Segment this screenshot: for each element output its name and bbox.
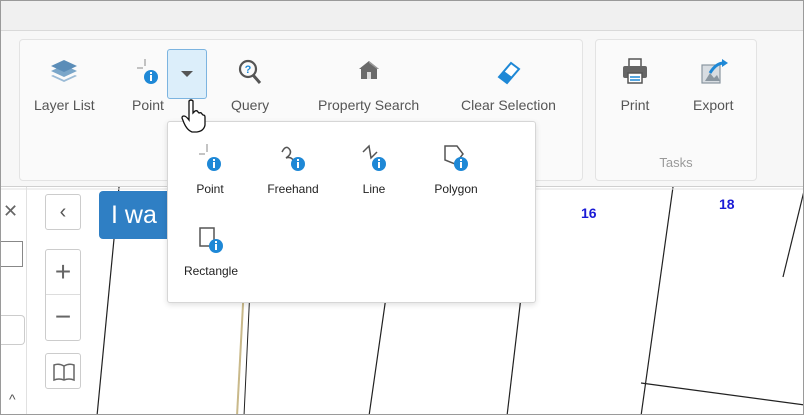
close-icon[interactable]: ✕	[3, 201, 18, 222]
property-search-label: Property Search	[318, 97, 420, 113]
query-button[interactable]: ? Query	[231, 57, 269, 113]
eraser-icon	[498, 61, 521, 85]
dropdown-option-label: Point	[196, 182, 224, 196]
hand-cursor-icon	[181, 99, 206, 133]
point-tool-label: Point	[132, 97, 164, 113]
layer-list-label: Layer List	[34, 97, 95, 113]
print-button[interactable]: Print	[618, 57, 652, 113]
svg-text:?: ?	[245, 64, 252, 76]
export-button[interactable]: Export	[693, 57, 733, 113]
book-icon	[53, 363, 75, 382]
query-magnifier-icon: ?	[238, 59, 262, 84]
dropdown-option-line[interactable]: Line	[352, 142, 396, 196]
side-checkbox[interactable]	[1, 241, 23, 267]
clear-selection-button[interactable]: Clear Selection	[461, 57, 556, 113]
house-icon	[358, 61, 379, 79]
layers-icon	[51, 60, 78, 82]
zoom-in-button[interactable]: +	[46, 250, 80, 295]
print-label: Print	[620, 97, 650, 113]
point-info-icon	[199, 144, 221, 171]
dropdown-option-rectangle[interactable]: Rectangle	[178, 224, 244, 278]
dropdown-option-label: Polygon	[434, 182, 478, 196]
export-label: Export	[693, 97, 734, 113]
chevron-left-icon: ‹	[59, 201, 67, 223]
app-window: Tasks Layer List Point ? Query Property …	[0, 0, 804, 415]
side-panel-control[interactable]	[1, 315, 25, 345]
chevron-down-icon	[181, 71, 193, 77]
collapse-panel-button[interactable]: ‹	[45, 194, 81, 230]
freehand-info-icon	[281, 146, 305, 171]
point-info-icon	[137, 59, 158, 84]
dropdown-option-label: Freehand	[267, 182, 319, 196]
bookmark-button[interactable]	[45, 353, 81, 389]
parcel-label: 18	[719, 196, 735, 212]
line-info-icon	[362, 144, 386, 171]
dropdown-option-label: Line	[362, 182, 386, 196]
property-search-button[interactable]: Property Search	[318, 57, 419, 113]
zoom-control: + −	[45, 249, 81, 341]
dropdown-option-label: Rectangle	[183, 264, 239, 278]
dropdown-option-point[interactable]: Point	[188, 142, 232, 196]
clear-selection-label: Clear Selection	[461, 97, 556, 113]
point-tool-dropdown: Point Freehand Line Polygon Rectangle	[167, 121, 536, 303]
dropdown-option-freehand[interactable]: Freehand	[258, 142, 328, 196]
point-dropdown-toggle[interactable]	[167, 49, 207, 99]
point-tool-button[interactable]: Point	[131, 57, 165, 113]
parcel-label: 16	[581, 205, 597, 221]
chevron-up-icon[interactable]: ^	[9, 391, 16, 407]
rectangle-info-icon	[199, 227, 223, 253]
layer-list-button[interactable]: Layer List	[34, 57, 95, 113]
printer-icon	[623, 58, 647, 84]
query-label: Query	[231, 97, 270, 113]
top-bar	[1, 1, 803, 31]
dropdown-option-polygon[interactable]: Polygon	[424, 142, 488, 196]
polygon-info-icon	[444, 145, 468, 171]
zoom-out-button[interactable]: −	[46, 295, 80, 340]
export-icon	[701, 59, 729, 84]
tasks-group-label: Tasks	[659, 155, 693, 170]
